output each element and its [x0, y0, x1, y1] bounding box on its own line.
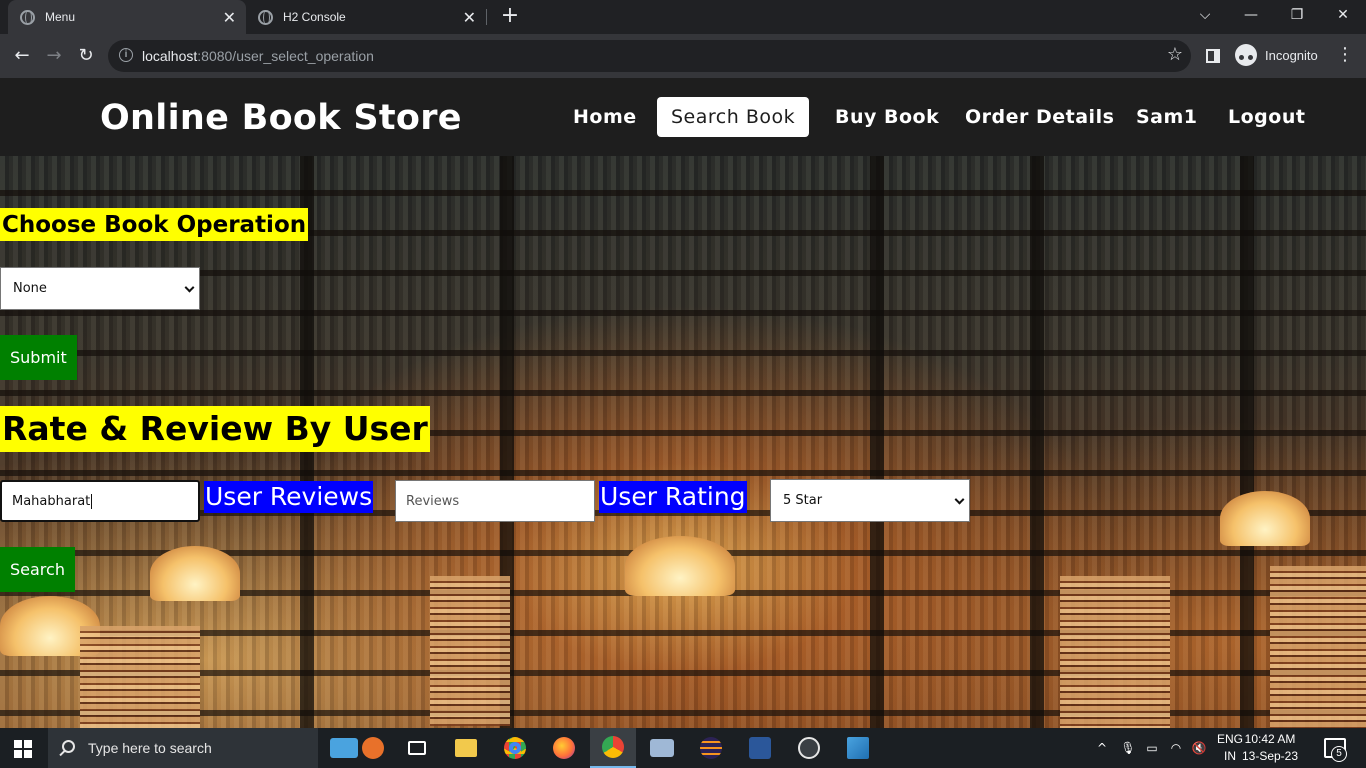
user-rating-label: User Rating [599, 481, 747, 513]
reload-icon[interactable]: ↻ [72, 42, 100, 70]
side-panel-icon[interactable] [1206, 49, 1220, 63]
network-app-icon[interactable] [639, 728, 685, 768]
battery-icon[interactable]: ▭ [1142, 728, 1162, 768]
bookmark-star-icon[interactable]: ☆ [1167, 44, 1183, 65]
browser-toolbar: ← → ↻ i localhost:8080/user_select_opera… [0, 34, 1366, 78]
notification-count-badge: 5 [1331, 746, 1347, 762]
chevron-down-icon [184, 282, 195, 293]
shelf-pillar [870, 156, 884, 728]
clock-time: 10:42 AM [1244, 732, 1296, 746]
widgets-icon[interactable] [322, 728, 392, 768]
tab-title: H2 Console [283, 10, 346, 24]
tab-menu[interactable]: Menu ✕ [8, 0, 246, 34]
reviews-placeholder: Reviews [406, 493, 460, 509]
user-reviews-label: User Reviews [204, 481, 374, 513]
taskbar-search-box[interactable]: Type here to search [48, 728, 318, 768]
rating-select[interactable]: 5 Star [770, 479, 970, 522]
chevron-down-icon [954, 494, 965, 505]
url-text: localhost:8080/user_select_operation [142, 48, 374, 64]
tab-divider [486, 9, 487, 25]
close-window-button[interactable]: ✕ [1320, 0, 1366, 30]
new-tab-button[interactable]: + [498, 4, 522, 28]
lamp-right [1220, 491, 1310, 546]
address-bar[interactable]: i localhost:8080/user_select_operation ☆ [108, 40, 1191, 72]
lamp-center [625, 536, 735, 596]
nav-logout[interactable]: Logout [1214, 97, 1319, 137]
book-name-value: Mahabharat [12, 493, 91, 509]
forward-icon[interactable]: → [40, 42, 68, 70]
site-title: Online Book Store [100, 98, 462, 138]
browser-tab-strip: Menu ✕ H2 Console ✕ + ⌵ — ❐ ✕ [0, 0, 1366, 34]
chrome-icon[interactable] [492, 728, 538, 768]
operation-select-value: None [13, 281, 47, 296]
restore-button[interactable]: ❐ [1274, 0, 1320, 30]
book-name-input[interactable]: Mahabharat [0, 480, 200, 522]
photos-icon[interactable] [835, 728, 881, 768]
site-info-icon[interactable]: i [119, 48, 133, 62]
incognito-label: Incognito [1265, 47, 1318, 63]
browser-menu-icon[interactable]: ⋮ [1336, 44, 1354, 65]
book-pile [1060, 576, 1170, 728]
rate-review-heading: Rate & Review By User [0, 406, 430, 452]
lamp-left [150, 546, 240, 601]
incognito-icon [1235, 44, 1257, 66]
incognito-profile[interactable]: Incognito [1235, 44, 1318, 66]
shelf-pillar [1240, 156, 1254, 728]
close-tab-icon[interactable]: ✕ [463, 8, 476, 27]
firefox-icon[interactable] [541, 728, 587, 768]
windows-taskbar: Type here to search ^ 🎙 ▭ ◠ 🔇 ENG IN 10:… [0, 728, 1366, 768]
nav-order-details[interactable]: Order Details [951, 97, 1128, 137]
obs-icon[interactable] [786, 728, 832, 768]
word-icon[interactable] [737, 728, 783, 768]
wifi-icon[interactable]: ◠ [1166, 728, 1186, 768]
search-icon [62, 740, 75, 753]
choose-operation-heading: Choose Book Operation [0, 208, 309, 241]
tray-overflow-chevron[interactable]: ^ [1092, 728, 1112, 768]
shelf-pillar [1030, 156, 1044, 728]
chrome-incognito-icon[interactable] [590, 728, 636, 768]
operation-select[interactable]: None [0, 267, 200, 310]
nav-home[interactable]: Home [559, 97, 651, 137]
nav-search-book[interactable]: Search Book [657, 97, 810, 137]
submit-button[interactable]: Submit [0, 335, 77, 380]
windows-start-icon[interactable] [14, 740, 32, 758]
nav-user-sam1[interactable]: Sam1 [1122, 97, 1212, 137]
reviews-input[interactable]: Reviews [395, 480, 595, 522]
taskbar-search-placeholder: Type here to search [88, 740, 212, 756]
rating-select-value: 5 Star [783, 493, 823, 508]
tab-title: Menu [45, 10, 76, 24]
minimize-button[interactable]: — [1228, 0, 1274, 30]
clock-date: 13-Sep-23 [1241, 749, 1299, 763]
file-explorer-icon[interactable] [443, 728, 489, 768]
back-icon[interactable]: ← [8, 42, 36, 70]
close-tab-icon[interactable]: ✕ [223, 8, 236, 27]
volume-muted-icon[interactable]: 🔇 [1188, 728, 1210, 768]
tab-h2-console[interactable]: H2 Console ✕ [246, 0, 486, 34]
nav-buy-book[interactable]: Buy Book [821, 97, 953, 137]
system-clock[interactable]: 10:42 AM 13-Sep-23 [1222, 731, 1318, 765]
globe-icon [258, 9, 273, 25]
search-button[interactable]: Search [0, 547, 75, 592]
tab-search-button[interactable]: ⌵ [1182, 0, 1228, 30]
book-pile [430, 576, 510, 726]
text-caret [91, 493, 93, 509]
book-pile [1270, 566, 1366, 728]
eclipse-icon[interactable] [688, 728, 734, 768]
book-pile [80, 626, 200, 728]
microphone-icon[interactable]: 🎙 [1118, 728, 1138, 768]
task-view-icon[interactable] [394, 728, 440, 768]
globe-icon [20, 9, 35, 25]
site-header: Online Book Store Home Search Book Buy B… [0, 78, 1366, 156]
